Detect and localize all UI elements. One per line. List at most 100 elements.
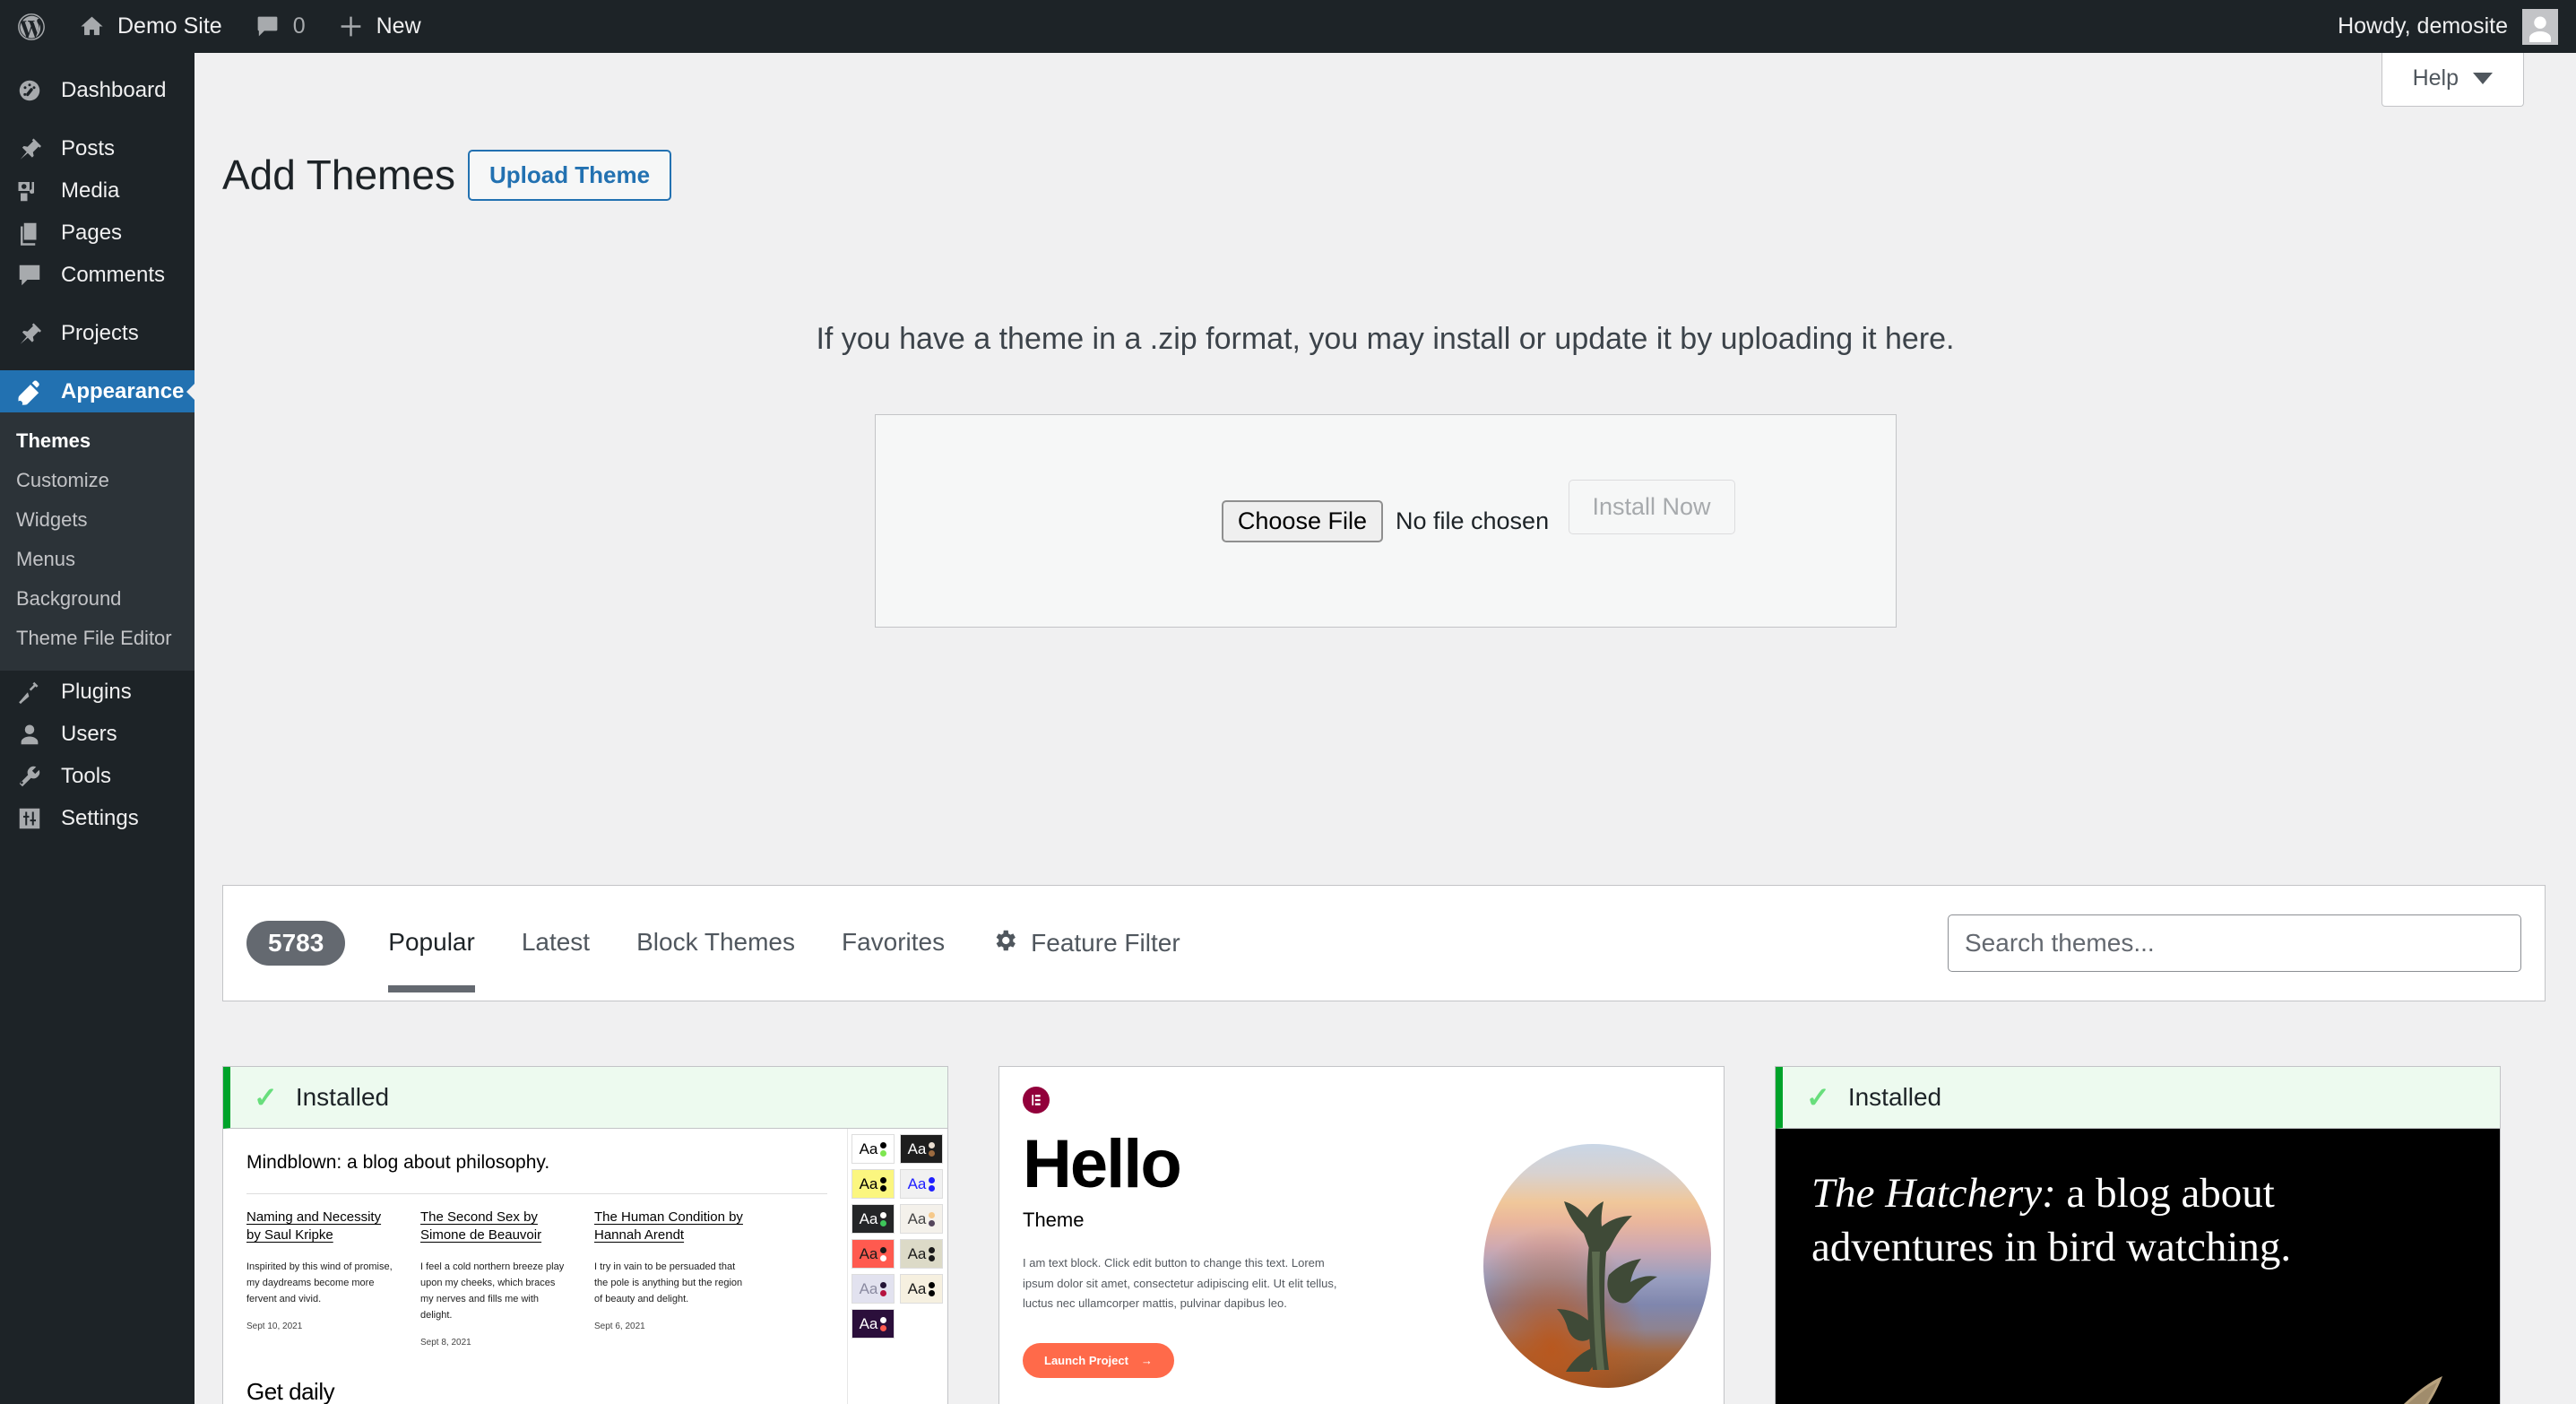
screenshot-footer-heading: Get daily xyxy=(246,1378,335,1404)
post-title: The Second Sex by Simone de Beauvoir xyxy=(420,1209,542,1244)
style-swatch: Aa xyxy=(900,1204,943,1234)
filter-tab-latest[interactable]: Latest xyxy=(498,894,613,992)
post-date: Sept 10, 2021 xyxy=(246,1321,303,1331)
screenshot-site-title: Mindblown: a blog about philosophy. xyxy=(246,1152,550,1173)
wrench-icon xyxy=(16,763,43,790)
site-name-menu[interactable]: Demo Site xyxy=(63,0,238,53)
upload-dropzone: Choose File No file chosen Install Now xyxy=(874,414,1897,628)
screenshot-heading: The Hatchery: a blog about adventures in… xyxy=(1811,1166,2464,1274)
post-title: Naming and Necessity by Saul Kripke xyxy=(246,1209,382,1244)
submenu-item-themes[interactable]: Themes xyxy=(0,421,194,461)
howdy-greeting[interactable]: Howdy, demosite xyxy=(2338,13,2508,39)
swatch-dot xyxy=(880,1149,887,1157)
theme-card[interactable]: ✓ Installed Mindblown: a blog about phil… xyxy=(222,1066,948,1404)
sidebar-item-label: Media xyxy=(61,178,120,203)
new-label: New xyxy=(376,13,421,39)
submenu-item-background[interactable]: Background xyxy=(0,579,194,619)
wordpress-logo-menu[interactable] xyxy=(0,0,63,53)
menu-spacer xyxy=(0,296,194,312)
page-title: Add Themes xyxy=(222,152,455,199)
choose-file-button[interactable]: Choose File xyxy=(1221,499,1383,542)
submenu-item-menus[interactable]: Menus xyxy=(0,540,194,579)
status-badge: ✓ Installed xyxy=(223,1067,947,1129)
swatch-dots xyxy=(880,1141,887,1157)
new-content-menu[interactable]: New xyxy=(322,0,437,53)
theme-count-badge: 5783 xyxy=(246,921,346,966)
help-label: Help xyxy=(2412,65,2459,91)
comments-count: 0 xyxy=(292,13,306,39)
feature-filter-button[interactable]: Feature Filter xyxy=(968,927,1204,960)
search-input[interactable] xyxy=(1948,914,2521,972)
sidebar-item-label: Projects xyxy=(61,320,139,345)
sidebar-item-pages[interactable]: Pages xyxy=(0,212,194,254)
theme-screenshot: The Hatchery: a blog about adventures in… xyxy=(1776,1129,2500,1404)
file-input-row: Choose File No file chosen xyxy=(1221,499,1549,542)
style-swatch: Aa xyxy=(851,1134,895,1164)
sliders-icon xyxy=(16,805,43,832)
wordpress-logo-icon xyxy=(16,12,47,42)
divider xyxy=(246,1193,827,1194)
filter-tab-popular[interactable]: Popular xyxy=(365,894,498,992)
cactus-illustration xyxy=(1557,1201,1657,1372)
submenu-item-widgets[interactable]: Widgets xyxy=(0,500,194,540)
help-tab-button[interactable]: Help xyxy=(2381,53,2524,107)
style-swatch-rail: Aa Aa Aa Aa Aa Aa Aa Aa Aa Aa Aa xyxy=(847,1129,947,1404)
swatch-label: Aa xyxy=(907,1244,927,1262)
theme-filter-bar: 5783 Popular Latest Block Themes Favorit… xyxy=(222,885,2546,1001)
sidebar-item-settings[interactable]: Settings xyxy=(0,797,194,839)
comment-bubble-icon xyxy=(16,262,43,289)
filter-tab-block-themes[interactable]: Block Themes xyxy=(613,894,818,992)
upload-theme-button[interactable]: Upload Theme xyxy=(467,150,672,201)
swatch-label: Aa xyxy=(859,1314,878,1332)
sidebar-item-label: Posts xyxy=(61,135,116,160)
sidebar-item-posts[interactable]: Posts xyxy=(0,127,194,169)
style-swatch: Aa xyxy=(851,1309,895,1339)
theme-grid: ✓ Installed Mindblown: a blog about phil… xyxy=(222,1066,2546,1404)
sidebar-item-comments[interactable]: Comments xyxy=(0,254,194,296)
filter-tab-favorites[interactable]: Favorites xyxy=(818,894,968,992)
swatch-dots xyxy=(929,1211,936,1226)
swatch-dots xyxy=(880,1281,887,1296)
sidebar-item-tools[interactable]: Tools xyxy=(0,755,194,797)
swatch-label: Aa xyxy=(907,1209,927,1227)
status-label: Installed xyxy=(1847,1083,1942,1111)
sidebar-item-label: Appearance xyxy=(61,378,185,403)
avatar[interactable] xyxy=(2522,8,2558,45)
cta-label: Launch Project xyxy=(1044,1354,1128,1368)
comment-bubble-icon xyxy=(255,13,281,39)
sidebar-item-media[interactable]: Media xyxy=(0,169,194,212)
comments-menu[interactable]: 0 xyxy=(238,0,322,53)
screenshot-text-column: Hello Theme I am text block. Click edit … xyxy=(1023,1087,1381,1404)
submenu-item-theme-file-editor[interactable]: Theme File Editor xyxy=(0,619,194,658)
swatch-dot xyxy=(880,1219,887,1226)
sidebar-item-dashboard[interactable]: Dashboard xyxy=(0,69,194,111)
admin-sidebar-menu: Dashboard Posts Media Pages Comments Pro… xyxy=(0,53,195,1404)
submenu-item-customize[interactable]: Customize xyxy=(0,461,194,500)
post-excerpt: Inspirited by this wind of promise, my d… xyxy=(246,1261,393,1304)
theme-card[interactable]: Hello Theme I am text block. Click edit … xyxy=(998,1066,1725,1404)
sidebar-item-plugins[interactable]: Plugins xyxy=(0,671,194,713)
swatch-dot xyxy=(929,1184,936,1192)
menu-spacer xyxy=(0,111,194,127)
post-excerpt: I try in vain to be persuaded that the p… xyxy=(594,1261,743,1304)
sidebar-item-projects[interactable]: Projects xyxy=(0,312,194,354)
page-header: Add Themes Upload Theme xyxy=(222,150,672,201)
feather-illustration xyxy=(2403,1376,2442,1404)
sidebar-item-appearance[interactable]: Appearance xyxy=(0,370,195,412)
swatch-dots xyxy=(880,1246,887,1261)
post-title: The Human Condition by Hannah Arendt xyxy=(594,1209,743,1244)
style-swatch: Aa xyxy=(851,1274,895,1304)
install-now-button[interactable]: Install Now xyxy=(1568,480,1735,534)
post-excerpt: I feel a cold northern breeze play upon … xyxy=(420,1261,565,1321)
menu-spacer xyxy=(0,354,194,370)
style-swatch: Aa xyxy=(900,1239,943,1269)
hero-image xyxy=(1483,1144,1711,1388)
admin-bar-right: Howdy, demosite xyxy=(2338,0,2576,53)
theme-card[interactable]: ✓ Installed The Hatchery: a blog about a… xyxy=(1775,1066,2501,1404)
screenshot-post-columns: Naming and Necessity by Saul Kripke Insp… xyxy=(246,1209,827,1348)
admin-bar: Demo Site 0 New Howdy, demosite xyxy=(0,0,2576,53)
screenshot-body-text: I am text block. Click edit button to ch… xyxy=(1023,1255,1337,1311)
sidebar-item-users[interactable]: Users xyxy=(0,713,194,755)
swatch-dot xyxy=(880,1324,887,1331)
screenshot-post: The Human Condition by Hannah Arendt I t… xyxy=(594,1209,745,1348)
